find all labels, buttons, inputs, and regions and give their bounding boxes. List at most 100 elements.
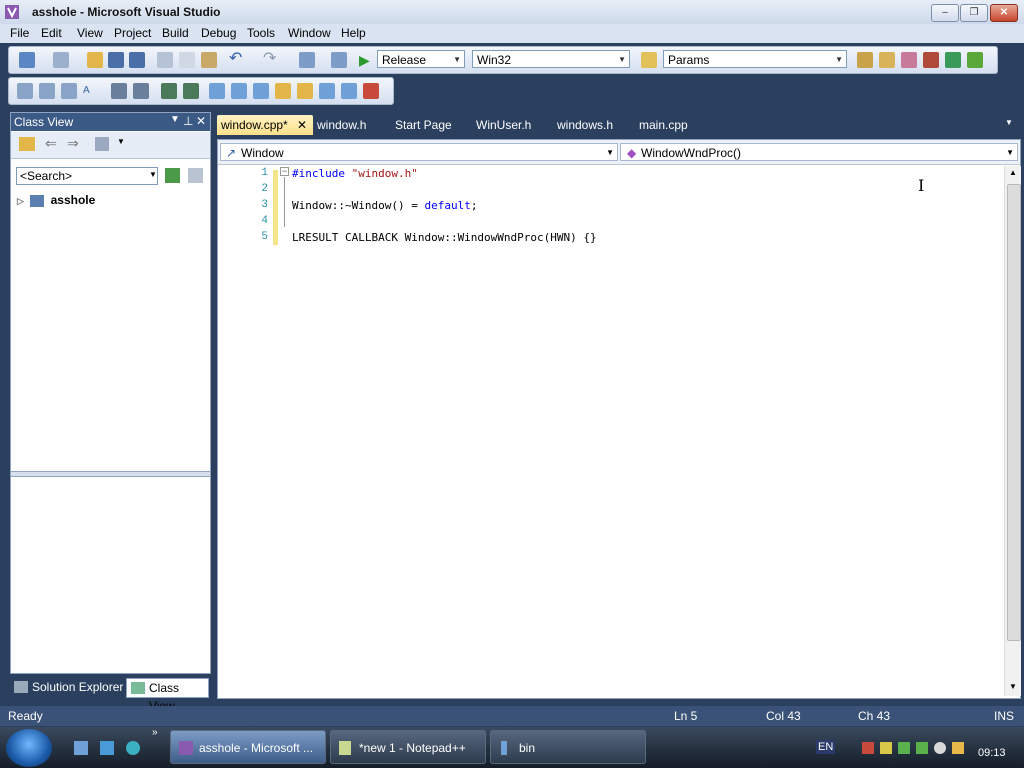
undo-icon[interactable]: ↶ <box>229 51 245 68</box>
menu-file[interactable]: File <box>10 26 29 40</box>
more-quick-launch-icon[interactable]: » <box>152 727 158 738</box>
search-dropdown-icon[interactable]: ▼ <box>149 170 157 179</box>
close-panel-icon[interactable]: ✕ <box>196 114 206 128</box>
solution-configuration-dropdown[interactable]: Release ▼ <box>377 50 465 68</box>
show-desktop-icon[interactable] <box>74 741 88 755</box>
navigate-backward-icon[interactable] <box>299 52 315 68</box>
code-line[interactable]: #include "window.h" <box>292 167 418 180</box>
maximize-button[interactable]: ❐ <box>960 4 988 22</box>
tab-winuser-h[interactable]: WinUser.h <box>472 115 535 135</box>
panel-splitter[interactable] <box>11 471 210 477</box>
taskbar-item-notepadpp[interactable]: *new 1 - Notepad++ <box>330 730 486 764</box>
clock[interactable]: 09:13 <box>978 747 1006 759</box>
new-project-icon[interactable] <box>19 52 35 68</box>
menu-project[interactable]: Project <box>114 26 151 40</box>
start-page-icon[interactable] <box>945 52 961 68</box>
window-position-icon[interactable]: ▼ <box>170 114 180 125</box>
start-debugging-icon[interactable]: ▶ <box>359 52 375 68</box>
vertical-scrollbar[interactable]: ▲ ▼ <box>1004 166 1021 696</box>
tray-icon-1[interactable] <box>862 742 874 754</box>
properties-icon[interactable] <box>879 52 895 68</box>
close-tab-icon[interactable]: ✕ <box>297 115 307 135</box>
tree-item-asshole[interactable]: asshole <box>51 193 96 207</box>
tab-list-dropdown-icon[interactable]: ▼ <box>1005 118 1013 127</box>
menu-view[interactable]: View <box>77 26 103 40</box>
toolbox-icon[interactable] <box>923 52 939 68</box>
settings-icon[interactable] <box>95 137 109 151</box>
complete-word-icon[interactable]: A <box>83 83 99 99</box>
add-item-icon[interactable] <box>53 52 69 68</box>
previous-bookmark-icon[interactable] <box>231 83 247 99</box>
scroll-up-icon[interactable]: ▲ <box>1009 168 1017 177</box>
tab-start-page[interactable]: Start Page <box>391 115 456 135</box>
taskbar-item-visual-studio[interactable]: asshole - Microsoft ... <box>170 730 326 764</box>
tray-icon-4[interactable] <box>916 742 928 754</box>
next-bookmark-icon[interactable] <box>253 83 269 99</box>
menu-build[interactable]: Build <box>162 26 189 40</box>
save-all-icon[interactable] <box>129 52 145 68</box>
menu-window[interactable]: Window <box>288 26 331 40</box>
uncomment-icon[interactable] <box>183 83 199 99</box>
next-bookmark-folder-icon[interactable] <box>297 83 313 99</box>
chevron-down-icon[interactable]: ▼ <box>117 137 125 146</box>
code-line[interactable]: LRESULT CALLBACK Window::WindowWndProc(H… <box>292 231 597 244</box>
code-line[interactable]: Window::~Window() = default; <box>292 199 477 212</box>
start-button[interactable] <box>6 729 52 767</box>
expand-icon[interactable]: ▷ <box>17 196 24 206</box>
clear-search-icon[interactable] <box>188 168 203 183</box>
cut-icon[interactable] <box>157 52 173 68</box>
previous-bookmark-folder-icon[interactable] <box>275 83 291 99</box>
member-list-icon[interactable] <box>17 83 33 99</box>
navigate-forward-icon[interactable] <box>331 52 347 68</box>
scrollbar-thumb[interactable] <box>1007 184 1021 641</box>
save-icon[interactable] <box>108 52 124 68</box>
find-in-files-icon[interactable] <box>641 52 657 68</box>
parameter-info-icon[interactable] <box>39 83 55 99</box>
auto-hide-pin-icon[interactable]: ⊥ <box>183 114 193 128</box>
type-dropdown[interactable]: ↗ Window ▼ <box>220 143 618 161</box>
minimize-button[interactable]: – <box>931 4 959 22</box>
tab-window-h[interactable]: window.h <box>313 115 370 135</box>
decrease-indent-icon[interactable] <box>111 83 127 99</box>
taskbar-item-bin[interactable]: bin <box>490 730 646 764</box>
menu-tools[interactable]: Tools <box>247 26 275 40</box>
collapse-outline-icon[interactable]: − <box>280 167 289 176</box>
next-bookmark-doc-icon[interactable] <box>341 83 357 99</box>
clear-bookmarks-icon[interactable] <box>363 83 379 99</box>
previous-bookmark-doc-icon[interactable] <box>319 83 335 99</box>
back-arrow-icon[interactable]: ⇐ <box>45 135 57 152</box>
class-view-icon[interactable] <box>967 52 983 68</box>
open-icon[interactable] <box>87 52 103 68</box>
tray-volume-icon[interactable] <box>934 742 946 754</box>
copy-icon[interactable] <box>179 52 195 68</box>
tab-windows-h[interactable]: windows.h <box>553 115 617 135</box>
solution-explorer-icon[interactable] <box>857 52 873 68</box>
menu-edit[interactable]: Edit <box>41 26 62 40</box>
solution-platform-dropdown[interactable]: Win32 ▼ <box>472 50 630 68</box>
close-button[interactable]: ✕ <box>990 4 1018 22</box>
menu-debug[interactable]: Debug <box>201 26 236 40</box>
scroll-down-icon[interactable]: ▼ <box>1009 682 1017 691</box>
tray-icon-6[interactable] <box>952 742 964 754</box>
new-folder-icon[interactable] <box>19 137 35 151</box>
redo-icon[interactable]: ↷ <box>263 51 279 68</box>
code-editor[interactable]: ↗ Window ▼ ◆ WindowWndProc() ▼ − #includ… <box>217 139 1021 699</box>
forward-arrow-icon[interactable]: ⇒ <box>67 135 79 152</box>
quick-launch-media-icon[interactable] <box>126 741 140 755</box>
tab-main-cpp[interactable]: main.cpp <box>635 115 692 135</box>
increase-indent-icon[interactable] <box>133 83 149 99</box>
tab-class-view[interactable]: Class View <box>126 678 209 713</box>
tab-window-cpp[interactable]: window.cpp* ✕ <box>217 115 313 135</box>
search-go-icon[interactable] <box>165 168 180 183</box>
menu-help[interactable]: Help <box>341 26 366 40</box>
tray-icon-2[interactable] <box>880 742 892 754</box>
object-browser-icon[interactable] <box>901 52 917 68</box>
toggle-bookmark-icon[interactable] <box>209 83 225 99</box>
paste-icon[interactable] <box>201 52 217 68</box>
member-dropdown[interactable]: ◆ WindowWndProc() ▼ <box>620 143 1018 161</box>
tab-solution-explorer[interactable]: Solution Explorer <box>10 678 127 696</box>
quick-launch-ie-icon[interactable] <box>100 741 114 755</box>
tray-icon-3[interactable] <box>898 742 910 754</box>
find-combo[interactable]: Params ▼ <box>663 50 847 68</box>
comment-icon[interactable] <box>161 83 177 99</box>
